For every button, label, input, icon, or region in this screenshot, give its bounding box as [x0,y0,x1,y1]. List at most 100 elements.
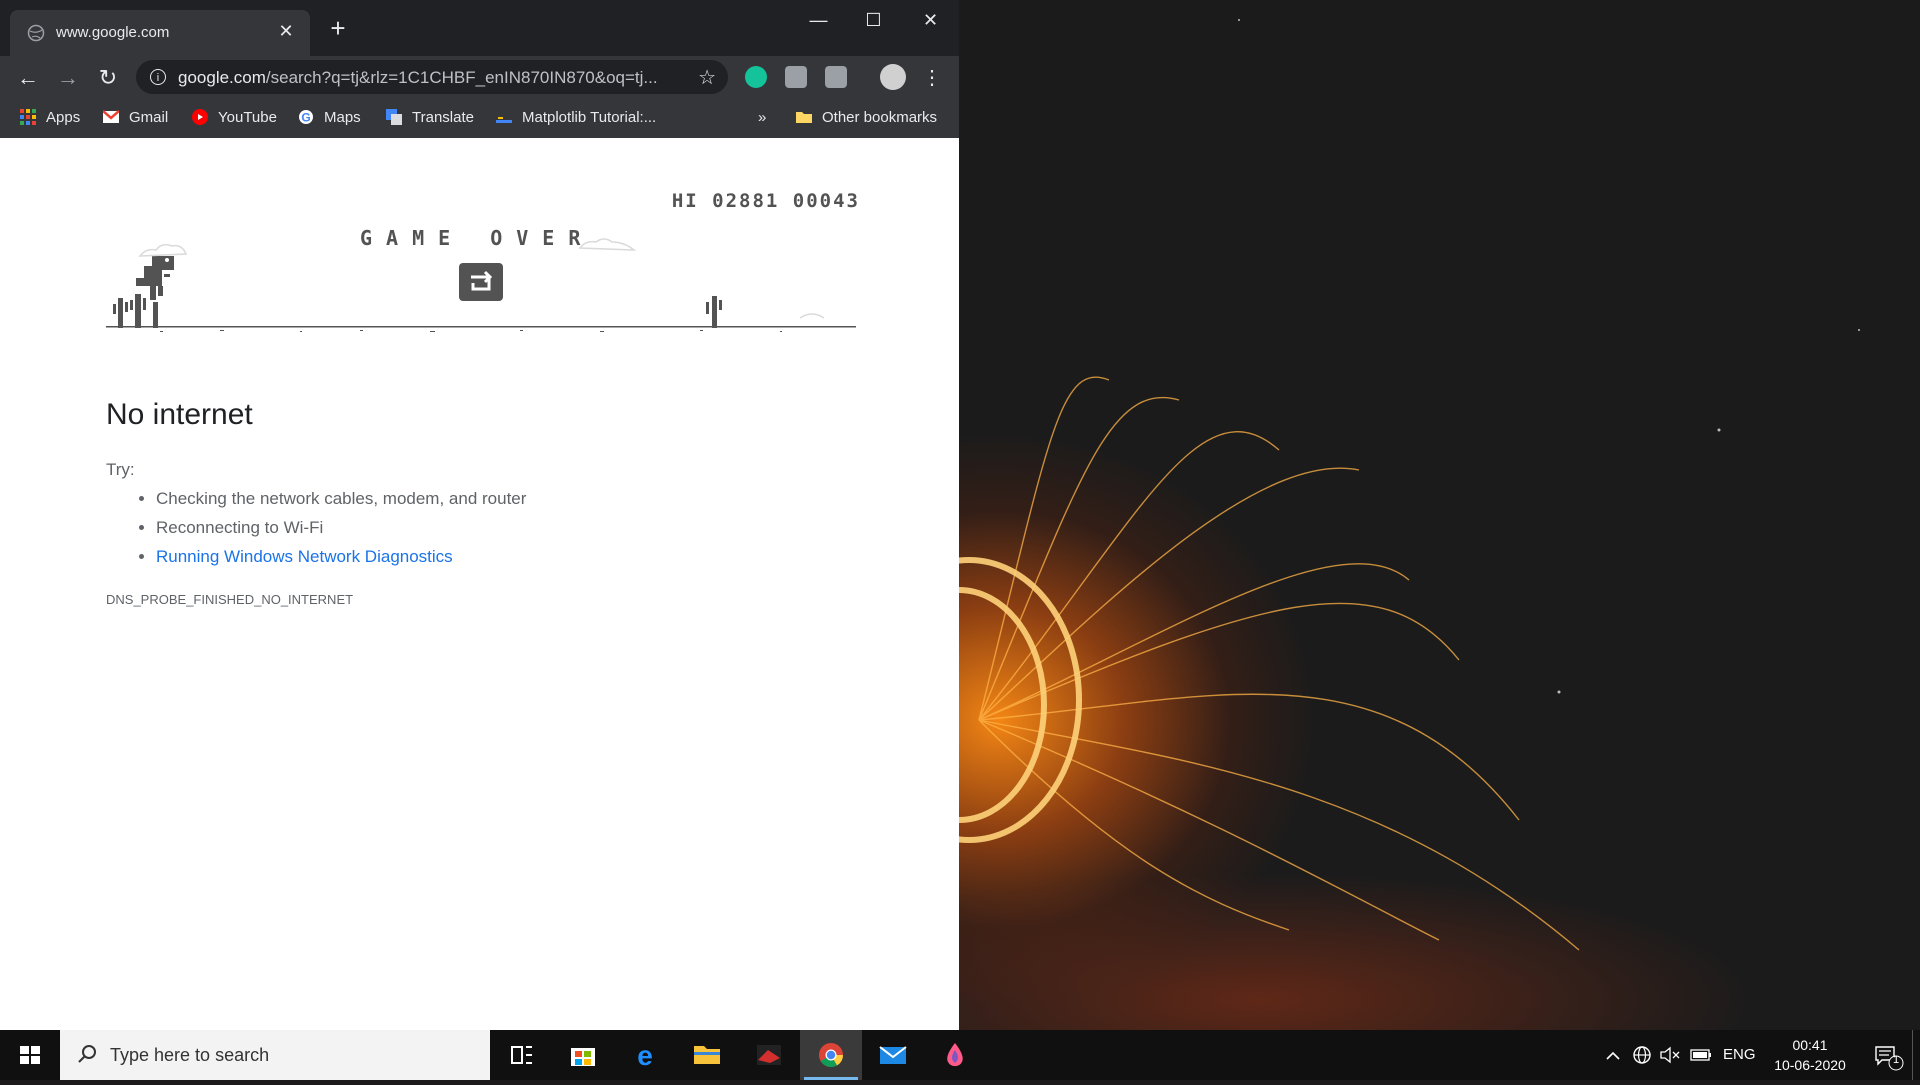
forward-button[interactable]: → [54,64,82,92]
site-info-icon[interactable]: i [150,69,166,85]
bookmark-label: YouTube [218,109,277,126]
address-bar[interactable]: i google.com/search?q=tj&rlz=1C1CHBF_enI… [136,60,728,94]
clock[interactable]: 00:41 10-06-2020 [1765,1035,1855,1075]
active-tab[interactable]: www.google.com ✕ [10,10,310,56]
bookmark-translate[interactable]: Translate [386,109,474,129]
game-app-button[interactable] [738,1030,800,1080]
tab-close-icon[interactable]: ✕ [276,21,296,41]
bookmark-label: Matplotlib Tutorial:... [522,109,657,126]
action-center-button[interactable]: 1 [1868,1030,1904,1080]
svg-text:G: G [301,111,310,125]
chevron-up-icon [1606,1051,1620,1060]
tab-title: www.google.com [56,24,170,41]
back-button[interactable]: ← [14,64,42,92]
bookmark-maps[interactable]: G Maps [298,109,361,129]
extension-icon[interactable] [785,66,807,88]
suggestion-item: Reconnecting to Wi-Fi [156,513,526,542]
close-window-button[interactable]: ✕ [902,0,959,40]
steel-wool-sparks-image [959,19,1860,951]
translate-icon [386,109,402,125]
network-diagnostics-link[interactable]: Running Windows Network Diagnostics [156,547,453,566]
youtube-icon [192,109,208,125]
menu-kebab-icon[interactable]: ⋮ [918,64,946,92]
windows-logo-icon [20,1046,40,1064]
reload-button[interactable]: ↻ [94,64,122,92]
store-bag-icon [571,1048,595,1066]
apps-grid-icon [20,109,36,125]
bookmark-label: Gmail [129,109,169,126]
error-code: DNS_PROBE_FINISHED_NO_INTERNET [106,592,354,607]
file-explorer-button[interactable] [676,1030,738,1080]
notification-count: 1 [1893,1054,1900,1066]
bookmark-label: Maps [324,109,361,126]
url-host: google.com [178,68,266,87]
globe-icon [27,24,45,42]
grammarly-extension-icon[interactable] [745,66,767,88]
globe-network-icon [1633,1046,1651,1064]
google-icon: G [299,110,313,125]
volume-button[interactable] [1658,1030,1682,1080]
new-tab-button[interactable]: + [326,15,350,41]
start-button[interactable] [0,1030,60,1080]
svg-text:e: e [637,1040,653,1071]
show-hidden-icons-button[interactable] [1602,1030,1624,1080]
bookmark-youtube[interactable]: YouTube [192,109,277,129]
battery-button[interactable] [1688,1030,1714,1080]
paint-3d-icon [947,1043,963,1067]
gmail-icon [103,110,119,123]
edge-button[interactable]: e [614,1030,676,1080]
folder-icon [694,1046,720,1064]
game-app-icon [757,1045,781,1065]
suggestion-item: Checking the network cables, modem, and … [156,484,526,513]
suggestions-list: Checking the network cables, modem, and … [106,484,526,571]
desktop-wallpaper [959,0,1920,1030]
network-button[interactable] [1630,1030,1654,1080]
clock-date: 10-06-2020 [1774,1057,1846,1073]
matplotlib-icon [496,117,512,123]
windows-taskbar: Type here to search e ENG 00:41 10-06-20… [0,1030,1920,1080]
task-view-button[interactable] [490,1030,552,1080]
profile-avatar[interactable] [880,64,906,90]
language-indicator[interactable]: ENG [1723,1046,1756,1066]
microsoft-store-button[interactable] [552,1030,614,1080]
url-path: /search?q=tj&rlz=1C1CHBF_enIN870IN870&oq… [265,68,658,87]
bookmark-label: Apps [46,109,81,126]
restart-button[interactable] [459,263,503,301]
folder-icon [796,112,812,123]
battery-icon [1690,1049,1711,1061]
bookmark-label: Translate [412,109,474,126]
page-content: HI 02881 00043 GAME OVER No internet Try… [0,138,959,1030]
bookmark-matplotlib[interactable]: Matplotlib Tutorial:... [496,109,656,129]
paint-3d-button[interactable] [924,1030,986,1080]
bookmark-star-icon[interactable]: ☆ [698,65,716,90]
volume-muted-icon [1660,1046,1680,1064]
bookmark-label: Other bookmarks [822,109,938,126]
show-desktop-button[interactable] [1912,1030,1920,1080]
restart-icon [471,270,493,291]
minimize-button[interactable]: — [790,0,847,40]
bookmark-gmail[interactable]: Gmail [103,109,168,129]
maximize-button[interactable]: ☐ [845,0,902,40]
clock-time: 00:41 [1792,1037,1828,1053]
edge-icon: e [637,1040,653,1071]
bookmark-apps[interactable]: Apps [20,109,80,129]
mail-icon [879,1046,907,1064]
search-icon [78,1045,96,1063]
error-heading: No internet [106,398,253,431]
taskbar-search-box[interactable]: Type here to search [60,1030,490,1080]
url-text: google.com/search?q=tj&rlz=1C1CHBF_enIN8… [178,68,658,88]
search-placeholder: Type here to search [110,1045,270,1065]
browser-toolbar: ← → ↻ i google.com/search?q=tj&rlz=1C1CH… [0,56,959,98]
chrome-icon [819,1043,843,1068]
bookmarks-bar: Apps Gmail YouTube G Maps Translate Matpl… [0,98,959,138]
dino-game[interactable]: HI 02881 00043 GAME OVER [100,178,860,348]
title-bar: www.google.com ✕ + — ☐ ✕ [0,0,959,56]
chrome-taskbar-button[interactable] [800,1030,862,1080]
task-view-icon [511,1046,532,1064]
bookmarks-overflow-button[interactable]: » [758,109,766,129]
other-bookmarks-folder[interactable]: Other bookmarks [796,109,937,129]
try-label: Try: [106,460,135,479]
score-display: HI 02881 00043 [671,190,860,212]
extension-r-icon[interactable] [825,66,847,88]
mail-button[interactable] [862,1030,924,1080]
